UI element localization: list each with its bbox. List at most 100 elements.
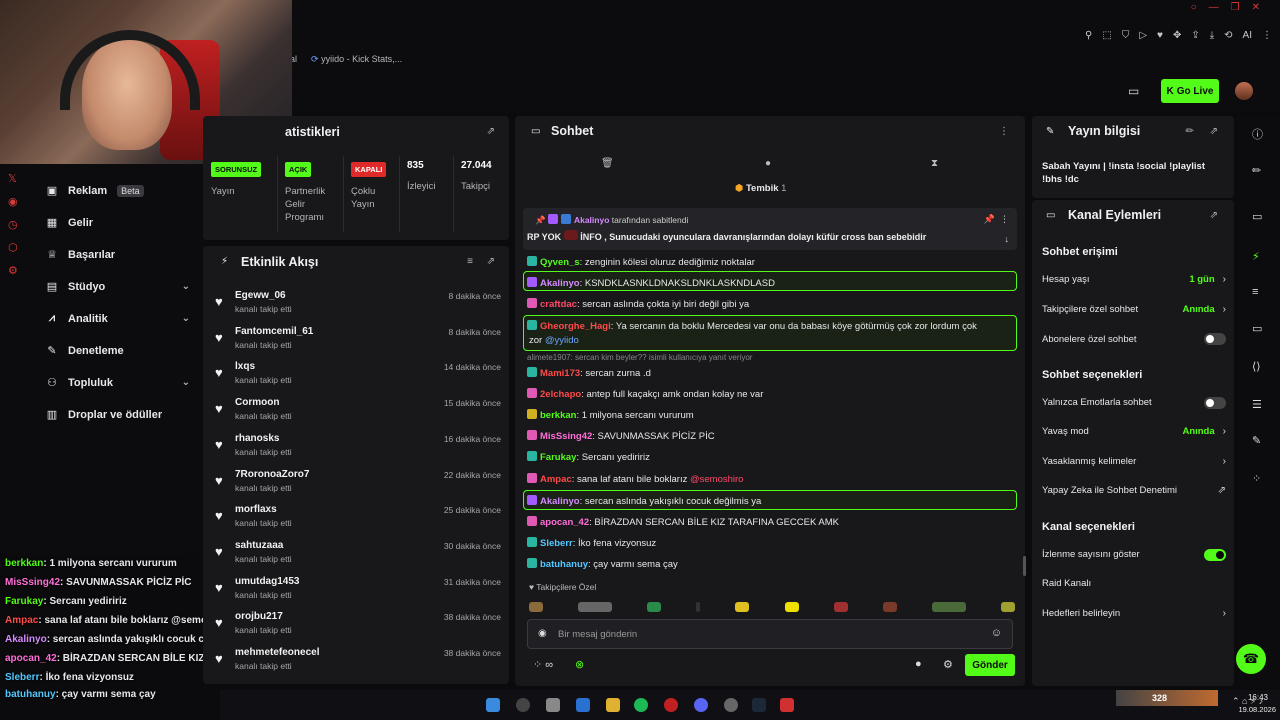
chat-username[interactable]: Akalinyo xyxy=(540,496,580,507)
popout-icon[interactable]: ⇗ xyxy=(487,126,495,137)
list-icon[interactable]: ≡ xyxy=(1252,286,1258,298)
chat-username[interactable]: Farukay xyxy=(540,452,576,463)
emoji-icon[interactable]: ☺ xyxy=(991,627,1002,639)
emote[interactable] xyxy=(1000,602,1015,612)
chat-tools-icon[interactable]: ⁘ ∞ xyxy=(533,658,553,671)
info-icon[interactable]: ⓘ xyxy=(1252,126,1263,142)
monitor-icon[interactable]: ▭ xyxy=(1252,210,1262,223)
pinned-message[interactable]: 📌 Akalinyo tarafından sabitlendi RP YOK … xyxy=(523,208,1017,250)
profile-badge[interactable]: AI xyxy=(1243,30,1252,41)
channel-action-item[interactable]: Takipçilere özel sohbet Anında › xyxy=(1042,304,1226,315)
wrench-icon[interactable]: ✎ xyxy=(1252,434,1261,447)
chat-message[interactable]: Mami173: sercan zurna .d xyxy=(527,367,651,379)
chat-username[interactable]: Mami173 xyxy=(540,368,580,379)
activity-item[interactable]: ♥ sahtuzaaa kanalı takip etti 30 dakika … xyxy=(213,540,503,574)
chat-username[interactable]: batuhanuy xyxy=(540,559,588,570)
close-icon[interactable]: ✕ xyxy=(1252,2,1260,13)
chat-message[interactable]: craftdac: sercan aslında çokta iyi biri … xyxy=(527,298,749,310)
minimize-icon[interactable]: — xyxy=(1209,2,1219,13)
search-icon[interactable]: ○ xyxy=(1191,2,1197,13)
play-icon[interactable]: ▷ xyxy=(1139,30,1147,41)
chat-username[interactable]: MisSsing42 xyxy=(540,431,592,442)
screenshot-icon[interactable]: ⬚ xyxy=(1102,30,1111,41)
help-button[interactable]: ☎ xyxy=(1236,644,1266,674)
channel-action-item[interactable]: Abonelere özel sohbet xyxy=(1042,333,1226,345)
chat-mention[interactable]: @semoshiro xyxy=(690,474,743,485)
channel-action-item[interactable]: Hedefleri belirleyin › xyxy=(1042,608,1226,619)
sidebar-item-studyo[interactable]: ▤ Stüdyo ⌄ xyxy=(46,280,190,294)
restore-icon[interactable]: ❐ xyxy=(1231,2,1240,13)
unpin-icon[interactable]: 📌 xyxy=(984,214,995,225)
chat-username[interactable]: 2elchapo xyxy=(540,389,581,400)
channel-action-item[interactable]: Yasaklanmış kelimeler › xyxy=(1042,456,1226,467)
sidebar-item-droplar[interactable]: ▥ Droplar ve ödüller xyxy=(46,408,190,422)
channel-action-item[interactable]: Raid Kanalı xyxy=(1042,578,1226,589)
temp-widget[interactable]: 328 xyxy=(1116,690,1218,706)
channel-action-item[interactable]: Hesap yaşı 1 gün › xyxy=(1042,274,1226,285)
popout-icon[interactable]: ⇗ xyxy=(487,256,495,267)
menu-icon[interactable]: ⋮ xyxy=(1262,30,1272,41)
obs-icon[interactable] xyxy=(724,698,738,712)
chat-message[interactable]: MisSsing42: SAVUNMASSAK PİCİZ PİC xyxy=(527,430,715,442)
toggle-switch[interactable] xyxy=(1204,548,1226,561)
chat-message[interactable]: Gheorghe_Hagi: Ya sercanın da boklu Merc… xyxy=(527,320,977,332)
chat-username[interactable]: Qyven_s xyxy=(540,257,580,268)
app-icon[interactable] xyxy=(780,698,794,712)
x-icon[interactable]: 𝕏 xyxy=(8,172,18,185)
chat-username[interactable]: craftdac xyxy=(540,299,577,310)
more-icon[interactable]: ⋮ xyxy=(999,126,1009,137)
chat-mode-icon[interactable]: ● xyxy=(765,158,771,169)
chat-username[interactable]: berkkan xyxy=(540,410,576,421)
download-icon[interactable]: ⤓ xyxy=(1210,30,1214,41)
outlook-icon[interactable] xyxy=(576,698,590,712)
sidebar-item-basarilar[interactable]: ♕ Başarılar xyxy=(46,248,190,262)
spotify-icon[interactable] xyxy=(634,698,648,712)
emote[interactable] xyxy=(833,602,848,612)
chat-message[interactable]: Qyven_s: zenginin kölesi oluruz dediğimi… xyxy=(527,256,755,268)
filter-icon[interactable]: ≡ xyxy=(467,256,473,267)
emote[interactable] xyxy=(578,602,613,612)
activity-item[interactable]: ♥ Fantomcemil_61 kanalı takip etti 8 dak… xyxy=(213,326,503,360)
reply-icon[interactable]: ◉ xyxy=(538,628,547,639)
broadcast-icon[interactable]: ▭ xyxy=(1128,84,1139,98)
sidebar-item-analitik[interactable]: ⩘ Analitik ⌄ xyxy=(46,312,190,325)
emote[interactable] xyxy=(696,602,701,612)
sidebar-item-topluluk[interactable]: ⚇ Topluluk ⌄ xyxy=(46,376,190,390)
kick-icon[interactable]: ⊗ xyxy=(575,658,584,671)
emote[interactable] xyxy=(647,602,662,612)
expand-pin-icon[interactable]: ↓ xyxy=(1005,234,1010,244)
search-icon[interactable] xyxy=(516,698,530,712)
chat-username[interactable]: Ampac xyxy=(540,474,572,485)
steam-icon[interactable] xyxy=(752,698,766,712)
activity-item[interactable]: ♥ orojbu217 kanalı takip etti 38 dakika … xyxy=(213,611,503,645)
popout-icon[interactable]: ⇗ xyxy=(1210,210,1218,221)
avatar[interactable] xyxy=(1235,82,1253,100)
chat-message[interactable]: Ampac: sana laf atanı bile boklarız @sem… xyxy=(527,473,743,485)
emote[interactable] xyxy=(882,602,897,612)
activity-item[interactable]: ♥ 7RoronoaZoro7 kanalı takip etti 22 dak… xyxy=(213,469,503,503)
sidebar-item-reklam[interactable]: ▣ Reklam Beta xyxy=(46,184,190,197)
sidebar-item-denetleme[interactable]: ✎ Denetleme xyxy=(46,344,190,358)
emote[interactable] xyxy=(735,602,750,612)
clock-icon[interactable]: ◷ xyxy=(8,218,18,231)
bookmark-kick-stats[interactable]: ⟳ yyiido - Kick Stats,... xyxy=(311,54,402,65)
chat-message[interactable]: batuhanuy: çay varmı sema çay xyxy=(527,558,678,570)
popout-icon[interactable]: ⇗ xyxy=(1210,126,1218,137)
hourglass-icon[interactable]: ⧗ xyxy=(931,158,938,169)
chat-username[interactable]: Akalinyo xyxy=(540,278,580,289)
activity-item[interactable]: ♥ rhanosks kanalı takip etti 16 dakika ö… xyxy=(213,433,503,467)
toggle-switch[interactable] xyxy=(1204,396,1226,409)
chat-message[interactable]: Akalinyo: KSNDKLASNKLDNAKSLDNKLASKNDLASD xyxy=(527,277,775,289)
lightning-icon[interactable]: ⚡ xyxy=(1252,250,1260,263)
sidebar-item-gelir[interactable]: ▦ Gelir xyxy=(46,216,190,230)
pinned-more-icon[interactable]: ⋮ xyxy=(1000,214,1009,225)
chat-bubble-icon[interactable]: ● xyxy=(915,658,922,670)
chat-mention[interactable]: @yyiido xyxy=(545,335,579,346)
channel-action-item[interactable]: Yapay Zeka ile Sohbet Denetimi ⇗ xyxy=(1042,485,1226,496)
activity-item[interactable]: ♥ mehmetefeonecel kanalı takip etti 38 d… xyxy=(213,647,503,681)
activity-item[interactable]: ♥ Cormoon kanalı takip etti 15 dakika ön… xyxy=(213,397,503,431)
settings-icon[interactable]: ⚙ xyxy=(8,264,18,277)
apps-icon[interactable]: ⁘ xyxy=(1252,472,1261,485)
emote[interactable] xyxy=(529,602,543,612)
folder-icon[interactable] xyxy=(606,698,620,712)
